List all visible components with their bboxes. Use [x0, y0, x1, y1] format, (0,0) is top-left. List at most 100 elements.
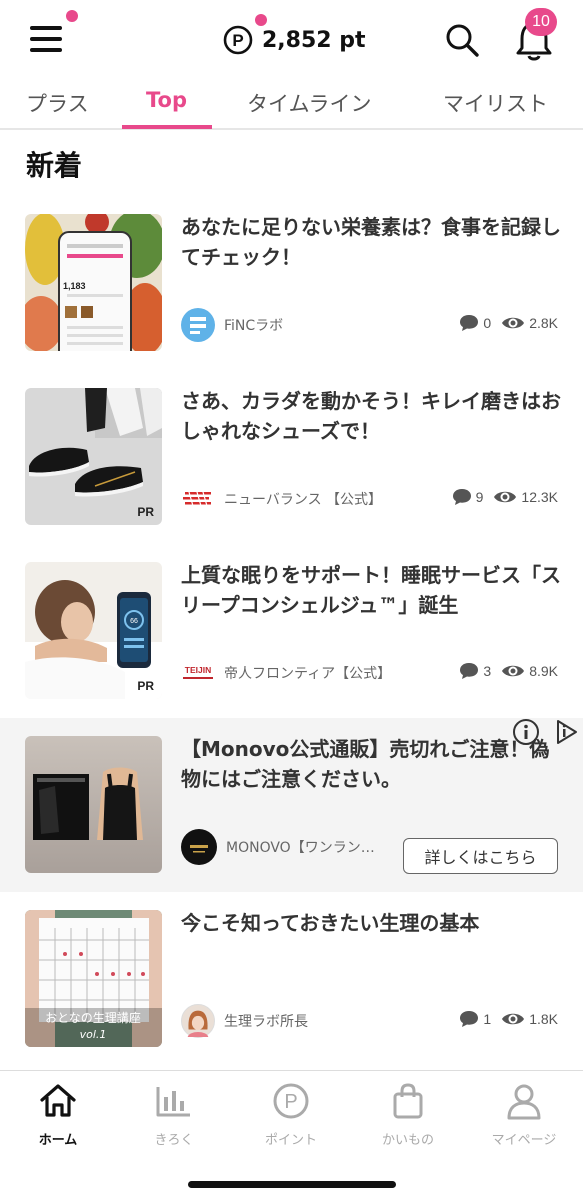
person-icon — [507, 1084, 541, 1120]
comment-icon — [460, 315, 479, 331]
notification-badge: 10 — [525, 8, 557, 36]
pr-label: PR — [137, 505, 154, 519]
article-stats: 9 12.3K — [442, 488, 558, 506]
article-stats: 3 8.9K — [449, 662, 558, 680]
menu-icon[interactable] — [26, 22, 66, 58]
eye-icon — [502, 317, 525, 329]
menu-notification-dot — [66, 10, 78, 22]
article-thumbnail: おとなの生理講座 vol.1 — [25, 910, 162, 1047]
tab-timeline[interactable]: タイムライン — [247, 88, 372, 118]
shopping-bag-icon — [393, 1083, 423, 1119]
comment-count: 9 — [452, 488, 484, 506]
nav-record[interactable]: きろく — [116, 1081, 232, 1148]
article-thumbnail: PR — [25, 388, 162, 525]
article-title: さあ、カラダを動かそう！キレイ磨きはおしゃれなシューズで！ — [181, 389, 561, 443]
eye-icon — [502, 665, 525, 677]
sponsored-article-card[interactable]: 【Monovo公式通販】売切れご注意！偽物にはご注意ください。 MONOVO【ワ… — [0, 718, 583, 892]
tab-bar: プラス Top タイムライン マイリスト — [0, 80, 583, 130]
article-thumbnail — [25, 736, 162, 873]
points-display[interactable]: P 2,852 pt — [222, 22, 366, 58]
source-name: FiNCラボ — [224, 318, 284, 334]
points-notification-dot — [255, 14, 267, 26]
points-icon: P — [223, 25, 253, 55]
article-title: 上質な眠りをサポート！睡眠サービス「スリープコンシェルジュ™」誕生 — [181, 563, 561, 617]
home-indicator — [188, 1181, 396, 1188]
comment-count-value: 3 — [483, 663, 492, 679]
article-source: 生理ラボ所長 — [181, 1004, 308, 1038]
thumb-caption-volume: vol.1 — [80, 1028, 107, 1041]
article-source: ニューバランス 【公式】 — [181, 482, 382, 516]
source-name: ニューバランス 【公式】 — [224, 492, 383, 508]
tab-mylist[interactable]: マイリスト — [443, 88, 548, 118]
article-stats: 1 1.8K — [449, 1010, 558, 1028]
comment-count: 1 — [459, 1010, 491, 1028]
section-title: 新着 — [26, 149, 83, 182]
nav-label: かいもの — [381, 1133, 434, 1148]
view-count: 8.9K — [501, 663, 558, 679]
author-avatar — [181, 1004, 215, 1038]
comment-icon — [452, 489, 471, 505]
points-icon: P — [273, 1083, 309, 1119]
monovo-logo-icon — [181, 829, 217, 865]
article-thumbnail: 1,183 — [25, 214, 162, 351]
view-count-value: 12.3K — [521, 489, 558, 505]
teijin-logo-icon: TEIJIN — [181, 656, 215, 690]
comment-count-value: 1 — [483, 1011, 492, 1027]
article-title: あなたに足りない栄養素は？食事を記録してチェック！ — [181, 215, 561, 269]
thumb-calorie-text: 1,183 — [63, 281, 86, 291]
view-count-value: 1.8K — [529, 1011, 558, 1027]
comment-count: 3 — [459, 662, 491, 680]
comment-count-value: 9 — [475, 489, 484, 505]
svg-text:66: 66 — [130, 618, 138, 625]
thumb-caption: おとなの生理講座 — [45, 1010, 141, 1025]
comment-icon — [460, 1011, 479, 1027]
view-count: 12.3K — [493, 489, 558, 505]
nav-label: マイページ — [491, 1133, 557, 1148]
source-name: MONOVO【ワンラン… — [226, 840, 375, 856]
nav-label: ホーム — [38, 1133, 78, 1148]
nav-points[interactable]: P ポイント — [233, 1081, 349, 1148]
pr-label: PR — [137, 679, 154, 693]
article-thumbnail: 66 PR — [25, 562, 162, 699]
search-icon[interactable] — [444, 22, 480, 58]
comment-count: 0 — [459, 314, 491, 332]
details-button[interactable]: 詳しくはこちら — [403, 838, 558, 874]
article-card[interactable]: おとなの生理講座 vol.1 今こそ知っておきたい生理の基本 生理ラボ所長 1 … — [0, 892, 583, 1066]
article-source: TEIJIN 帝人フロンティア【公式】 — [181, 656, 391, 690]
new-balance-logo-icon — [181, 482, 215, 516]
nav-home[interactable]: ホーム — [0, 1081, 116, 1148]
chart-icon — [156, 1087, 190, 1117]
view-count-value: 8.9K — [529, 663, 558, 679]
comment-icon — [460, 663, 479, 679]
svg-text:P: P — [284, 1091, 297, 1113]
home-icon — [40, 1084, 76, 1117]
comment-count-value: 0 — [483, 315, 492, 331]
view-count: 2.8K — [501, 315, 558, 331]
tab-top[interactable]: Top — [146, 88, 187, 112]
points-value: 2,852 pt — [262, 27, 366, 53]
article-source: FiNCラボ — [181, 308, 283, 342]
eye-icon — [502, 1013, 525, 1025]
article-card[interactable]: 66 PR 上質な眠りをサポート！睡眠サービス「スリープコンシェルジュ™」誕生 … — [0, 544, 583, 718]
svg-text:P: P — [232, 31, 243, 50]
article-source: MONOVO【ワンラン… — [181, 829, 375, 865]
nav-label: きろく — [154, 1133, 194, 1148]
source-name: 帝人フロンティア【公式】 — [224, 666, 392, 682]
header: P 2,852 pt 10 — [0, 0, 583, 80]
article-title: 今こそ知っておきたい生理の基本 — [181, 911, 480, 935]
teijin-logo-text: TEIJIN — [185, 665, 211, 675]
article-card[interactable]: 1,183 あなたに足りない栄養素は？食事を記録してチェック！ FiNCラボ 0… — [0, 196, 583, 370]
article-card[interactable]: PR さあ、カラダを動かそう！キレイ磨きはおしゃれなシューズで！ ニューバランス… — [0, 370, 583, 544]
nav-shopping[interactable]: かいもの — [350, 1081, 466, 1148]
active-tab-indicator — [122, 125, 212, 129]
tab-plus[interactable]: プラス — [26, 88, 89, 118]
nav-mypage[interactable]: マイページ — [466, 1081, 582, 1148]
view-count: 1.8K — [501, 1011, 558, 1027]
eye-icon — [494, 491, 517, 503]
article-stats: 0 2.8K — [449, 314, 558, 332]
source-name: 生理ラボ所長 — [224, 1014, 308, 1030]
view-count-value: 2.8K — [529, 315, 558, 331]
article-title: 【Monovo公式通販】売切れご注意！偽物にはご注意ください。 — [181, 737, 550, 791]
bottom-nav: ホーム きろく P ポイント かいもの マイページ — [0, 1070, 583, 1200]
finc-lab-logo-icon — [181, 308, 215, 342]
